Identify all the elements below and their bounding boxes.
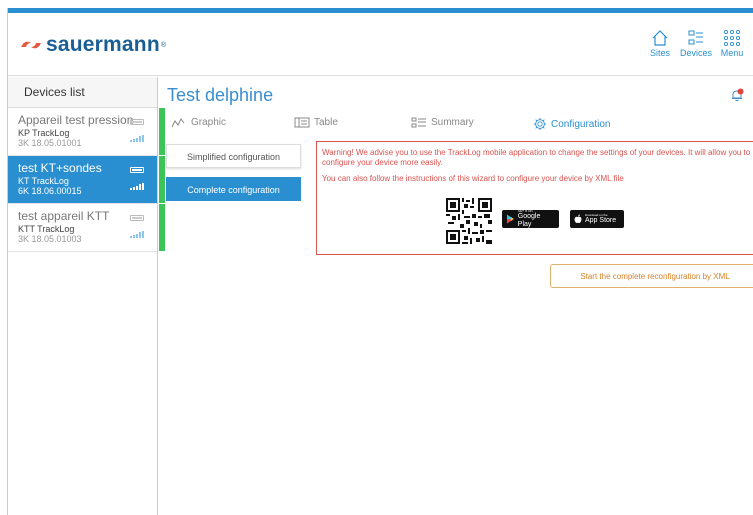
tab-graphic[interactable]: Graphic [171,117,226,128]
simplified-configuration-button[interactable]: Simplified configuration [166,144,301,168]
device-item-selected[interactable]: test KT+sondes KT TrackLog 6K 18.06.0001… [8,156,165,204]
brand-logo[interactable]: sauermann ® [19,33,166,57]
signal-icon [130,135,144,142]
top-nav: Sites Devices Menu [644,29,748,58]
nav-menu[interactable]: Menu [716,29,748,58]
device-item[interactable]: Appareil test pression KP TrackLog 3K 18… [8,108,165,156]
home-icon [652,30,668,46]
grid-menu-icon [723,29,741,47]
nav-sites-label: Sites [649,48,670,58]
xml-info-text: You can also follow the instructions of … [322,174,624,183]
header: sauermann ® Sites Devices Menu [8,13,753,76]
tab-configuration[interactable]: Configuration [533,117,610,131]
signal-icon [130,231,144,238]
brand-logo-icon [21,41,41,49]
signal-icon [130,183,144,190]
bell-icon[interactable] [730,88,744,102]
battery-icon [130,119,144,125]
battery-icon [130,167,144,173]
xml-reconfiguration-button[interactable]: Start the complete reconfiguration by XM… [550,264,753,288]
complete-configuration-button[interactable]: Complete configuration [166,177,301,201]
app-store-badge[interactable]: Download on the App Store [570,210,624,228]
app-frame: sauermann ® Sites Devices Menu Devices l… [7,8,753,515]
tab-graphic-label: Graphic [191,117,227,128]
tab-summary-label: Summary [431,117,474,128]
tab-summary[interactable]: Summary [411,117,474,128]
sidebar: Devices list Appareil test pression KP T… [8,77,165,515]
qr-code-image[interactable] [446,198,492,244]
view-tabs: Graphic Table Summary Configuration [167,115,753,135]
nav-devices-label: Devices [680,48,713,58]
brand-name: sauermann [46,33,160,56]
page-title: Test delphine [167,85,274,105]
device-item[interactable]: test appareil KTT KTT TrackLog 3K 18.05.… [8,204,165,252]
warning-text: Warning! We advise you to use the TrackL… [322,148,751,167]
google-play-icon [506,214,514,224]
main-content: Test delphine Graphic Table Summary Conf… [159,77,753,515]
google-play-badge[interactable]: GET IT ON Google Play [502,209,559,228]
nav-menu-label: Menu [720,48,744,58]
nav-sites[interactable]: Sites [644,29,676,58]
graphic-icon [171,118,185,128]
app-store-text: App Store [585,217,617,224]
sidebar-title: Devices list [8,77,157,108]
tab-table[interactable]: Table [294,117,338,128]
warning-box: Warning! We advise you to use the TrackL… [316,141,753,255]
summary-icon [411,117,426,128]
battery-icon [130,215,144,221]
nav-devices[interactable]: Devices [680,29,712,58]
tab-configuration-label: Configuration [551,118,611,130]
gear-icon [533,117,547,131]
brand-reg-mark: ® [160,41,167,49]
table-icon [294,117,310,128]
tab-table-label: Table [314,117,338,128]
google-play-text: Google Play [517,213,541,228]
apple-icon [574,214,582,223]
devices-list-icon [688,30,703,45]
